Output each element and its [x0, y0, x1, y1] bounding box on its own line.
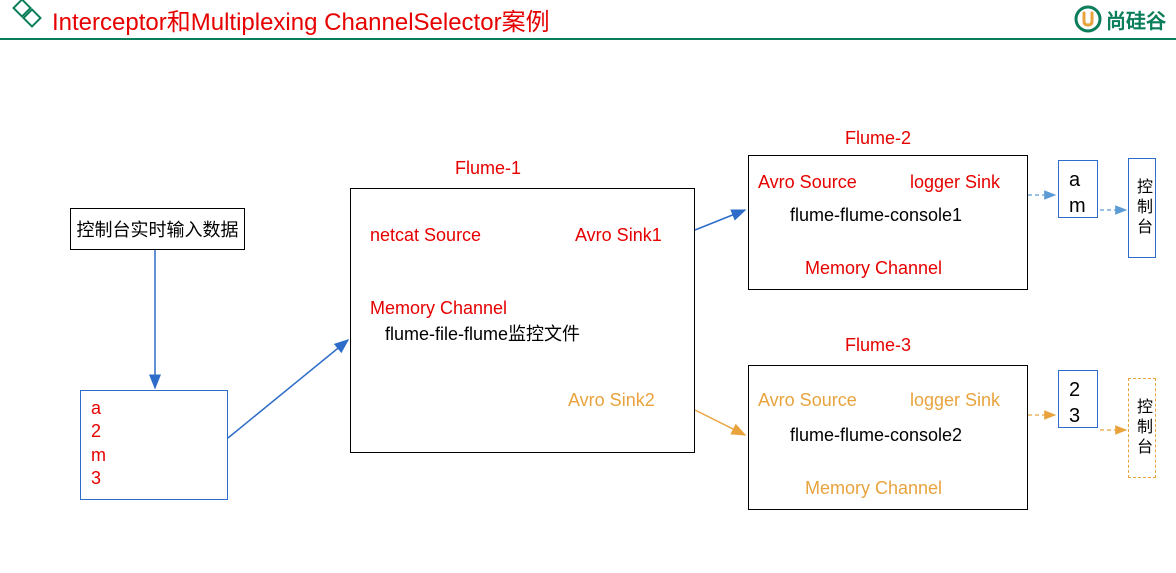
output1-box: a m — [1058, 160, 1098, 218]
brand-logo: 尚硅谷 — [1074, 5, 1166, 34]
flume2-sink: logger Sink — [910, 172, 1000, 193]
flume1-channel: Memory Channel — [370, 298, 507, 319]
input-data-3: 3 — [91, 467, 101, 490]
input-title-text: 控制台实时输入数据 — [77, 216, 239, 242]
flume3-title: Flume-3 — [845, 335, 911, 356]
output2-box: 2 3 — [1058, 370, 1098, 428]
flume2-title: Flume-2 — [845, 128, 911, 149]
flume1-desc: flume-file-flume监控文件 — [385, 320, 580, 346]
slide-header: Interceptor和Multiplexing ChannelSelector… — [0, 0, 1176, 40]
flume2-desc: flume-flume-console1 — [790, 205, 962, 226]
flume3-desc: flume-flume-console2 — [790, 425, 962, 446]
output1-1: m — [1069, 193, 1086, 219]
input-data-0: a — [91, 397, 101, 420]
flume1-sink2: Avro Sink2 — [568, 390, 655, 411]
console1-box: 控制台 — [1128, 158, 1156, 258]
input-data-2: m — [91, 444, 106, 467]
brand-icon — [1074, 5, 1102, 33]
output2-0: 2 — [1069, 377, 1080, 403]
output1-0: a — [1069, 167, 1080, 193]
brand-text: 尚硅谷 — [1106, 5, 1166, 34]
flume3-sink: logger Sink — [910, 390, 1000, 411]
flume1-title: Flume-1 — [455, 158, 521, 179]
slide-title: Interceptor和Multiplexing ChannelSelector… — [52, 2, 550, 37]
flume2-channel: Memory Channel — [805, 258, 942, 279]
logo-icon — [10, 0, 44, 39]
output2-1: 3 — [1069, 403, 1080, 429]
console2-label: 控制台 — [1130, 398, 1154, 458]
flume3-channel: Memory Channel — [805, 478, 942, 499]
flume2-source: Avro Source — [758, 172, 857, 193]
input-data-1: 2 — [91, 420, 101, 443]
flume1-sink1: Avro Sink1 — [575, 225, 662, 246]
console2-box: 控制台 — [1128, 378, 1156, 478]
flume3-source: Avro Source — [758, 390, 857, 411]
input-data-box: a 2 m 3 — [80, 390, 228, 500]
input-title-box: 控制台实时输入数据 — [70, 208, 245, 250]
console1-label: 控制台 — [1130, 178, 1154, 238]
flume1-source: netcat Source — [370, 225, 481, 246]
diagram-canvas: 控制台实时输入数据 a 2 m 3 Flume-1 netcat Source … — [0, 40, 1176, 573]
